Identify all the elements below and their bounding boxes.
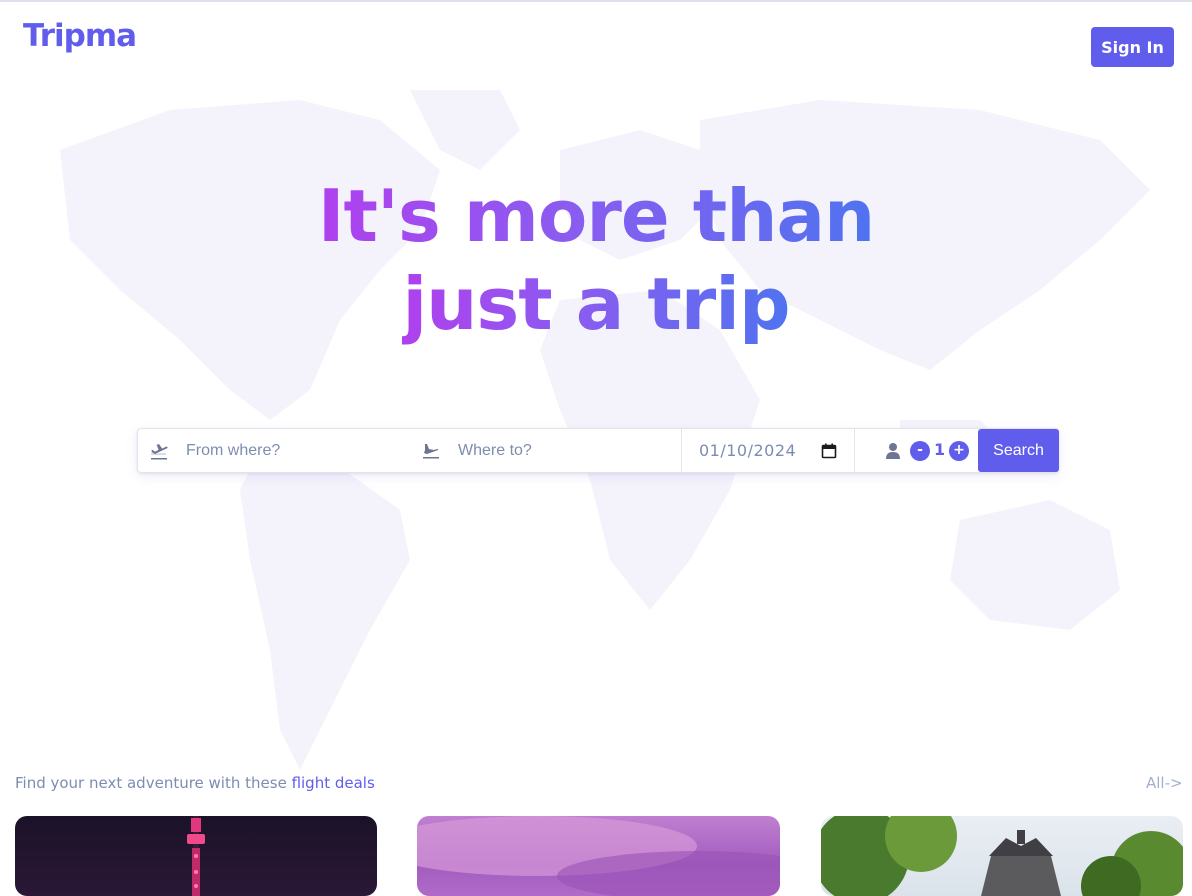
deal-image <box>821 816 1183 896</box>
deal-card[interactable] <box>15 816 377 896</box>
where-to-input[interactable] <box>458 439 678 463</box>
all-deals-link[interactable]: All-> <box>1146 774 1183 792</box>
top-border <box>0 0 1192 2</box>
hero-line-1: It's more than <box>317 174 876 258</box>
sign-in-button[interactable]: Sign In <box>1091 27 1174 67</box>
flight-search-bar: 01/10/2024 - 1 + Search <box>137 428 1059 473</box>
calendar-icon[interactable] <box>821 443 837 459</box>
decrement-passengers-button[interactable]: - <box>910 441 930 461</box>
from-where-input[interactable] <box>186 439 406 463</box>
deals-heading: Find your next adventure with these flig… <box>15 774 375 792</box>
departure-date-field[interactable]: 01/10/2024 <box>699 441 796 460</box>
passenger-count: 1 <box>934 440 946 459</box>
person-icon <box>886 443 900 459</box>
plane-takeoff-icon <box>151 444 168 460</box>
divider <box>854 429 855 472</box>
hero-heading: It's more than just a trip <box>0 172 1192 348</box>
deal-card[interactable] <box>821 816 1183 896</box>
logo[interactable]: Tripma <box>23 18 137 54</box>
divider <box>681 429 682 472</box>
deal-card[interactable] <box>417 816 780 896</box>
search-button[interactable]: Search <box>978 429 1059 472</box>
hero-line-2: just a trip <box>402 262 790 346</box>
deals-heading-text: Find your next adventure with these <box>15 774 292 792</box>
increment-passengers-button[interactable]: + <box>949 441 969 461</box>
flight-deals-link[interactable]: flight deals <box>292 774 375 792</box>
plane-landing-icon <box>423 444 439 459</box>
deal-image <box>417 816 780 896</box>
deal-image <box>187 816 205 896</box>
